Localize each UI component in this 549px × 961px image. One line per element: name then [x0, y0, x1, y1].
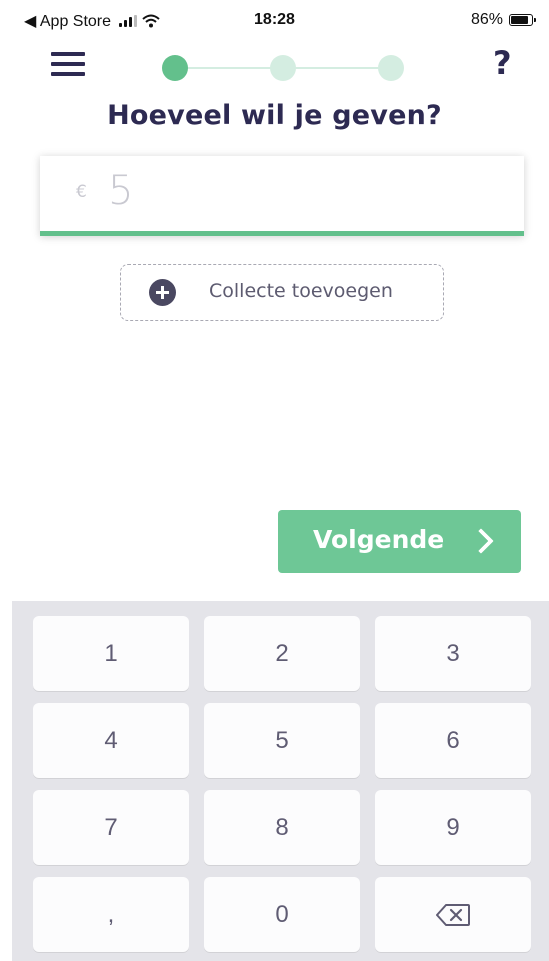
next-button-label: Volgende: [313, 525, 445, 554]
key-0[interactable]: 0: [204, 877, 360, 952]
amount-value: 5: [108, 168, 134, 214]
chevron-right-icon: [468, 528, 494, 554]
next-button[interactable]: Volgende: [278, 510, 521, 573]
key-label: 2: [275, 639, 289, 667]
step-connector: [175, 67, 283, 69]
step-dot-1: [162, 55, 188, 81]
key-label: 7: [104, 813, 118, 841]
key-label: ,: [107, 900, 115, 928]
numeric-keypad: 1 2 3 4 5 6 7 8 9 , 0: [12, 601, 549, 961]
backspace-icon: [436, 903, 470, 926]
key-label: 9: [446, 813, 460, 841]
hamburger-menu-icon[interactable]: [51, 52, 85, 80]
key-backspace[interactable]: [375, 877, 531, 952]
key-4[interactable]: 4: [33, 703, 189, 778]
key-label: 6: [446, 726, 460, 754]
plus-circle-icon: [149, 279, 176, 306]
key-3[interactable]: 3: [375, 616, 531, 691]
add-collecte-label: Collecte toevoegen: [209, 280, 393, 302]
battery-icon: [509, 14, 536, 26]
key-5[interactable]: 5: [204, 703, 360, 778]
key-8[interactable]: 8: [204, 790, 360, 865]
amount-input[interactable]: € 5: [40, 156, 524, 236]
step-connector: [283, 67, 391, 69]
key-label: 8: [275, 813, 289, 841]
key-2[interactable]: 2: [204, 616, 360, 691]
battery-percentage: 86%: [470, 11, 503, 28]
page-title: Hoeveel wil je geven?: [107, 100, 442, 131]
progress-stepper: [162, 55, 404, 81]
amount-input-underline: [40, 231, 524, 236]
add-collecte-button[interactable]: Collecte toevoegen: [120, 264, 444, 321]
key-label: 3: [446, 639, 460, 667]
key-1[interactable]: 1: [33, 616, 189, 691]
status-right: 86%: [470, 11, 536, 29]
key-label: 1: [104, 639, 118, 667]
step-dot-3: [378, 55, 404, 81]
help-button[interactable]: ?: [493, 44, 523, 84]
screen: ◀ App Store 18:28 86% ? Hoeveel wil je g…: [0, 0, 549, 961]
status-bar: ◀ App Store 18:28 86%: [0, 0, 549, 40]
key-7[interactable]: 7: [33, 790, 189, 865]
key-9[interactable]: 9: [375, 790, 531, 865]
key-label: 5: [275, 726, 289, 754]
key-label: 0: [275, 900, 289, 928]
key-6[interactable]: 6: [375, 703, 531, 778]
status-time: 18:28: [254, 11, 295, 28]
currency-symbol: €: [76, 182, 87, 202]
key-label: 4: [104, 726, 118, 754]
step-dot-2: [270, 55, 296, 81]
key-comma[interactable]: ,: [33, 877, 189, 952]
